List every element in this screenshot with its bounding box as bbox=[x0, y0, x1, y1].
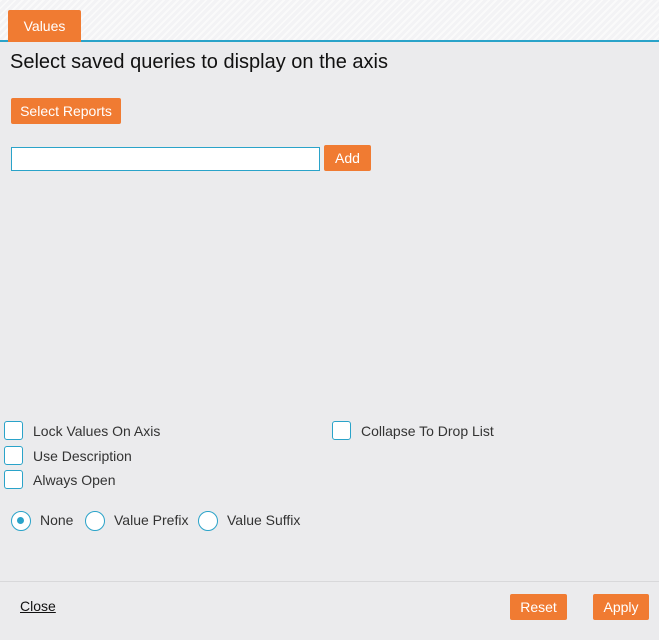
select-reports-button[interactable]: Select Reports bbox=[11, 98, 121, 124]
use-description-checkbox[interactable] bbox=[4, 446, 23, 465]
saved-query-input[interactable] bbox=[11, 147, 320, 171]
use-description-label: Use Description bbox=[33, 448, 132, 464]
radio-value-suffix[interactable] bbox=[198, 511, 218, 531]
page-title: Select saved queries to display on the a… bbox=[10, 51, 388, 73]
tab-strip: Values bbox=[0, 0, 659, 42]
footer-divider bbox=[0, 581, 659, 582]
tab-values[interactable]: Values bbox=[8, 10, 81, 42]
reset-button[interactable]: Reset bbox=[510, 594, 567, 620]
lock-values-label: Lock Values On Axis bbox=[33, 423, 161, 439]
collapse-drop-list-checkbox[interactable] bbox=[332, 421, 351, 440]
radio-value-prefix-label: Value Prefix bbox=[114, 512, 189, 528]
radio-value-prefix[interactable] bbox=[85, 511, 105, 531]
always-open-label: Always Open bbox=[33, 472, 116, 488]
radio-none-label: None bbox=[40, 512, 74, 528]
collapse-drop-list-label: Collapse To Drop List bbox=[361, 423, 494, 439]
always-open-checkbox[interactable] bbox=[4, 470, 23, 489]
close-link[interactable]: Close bbox=[20, 598, 56, 614]
lock-values-checkbox[interactable] bbox=[4, 421, 23, 440]
radio-value-suffix-label: Value Suffix bbox=[227, 512, 301, 528]
tab-values-label: Values bbox=[23, 18, 66, 34]
add-button[interactable]: Add bbox=[324, 145, 371, 171]
radio-none[interactable] bbox=[11, 511, 31, 531]
apply-button[interactable]: Apply bbox=[593, 594, 649, 620]
